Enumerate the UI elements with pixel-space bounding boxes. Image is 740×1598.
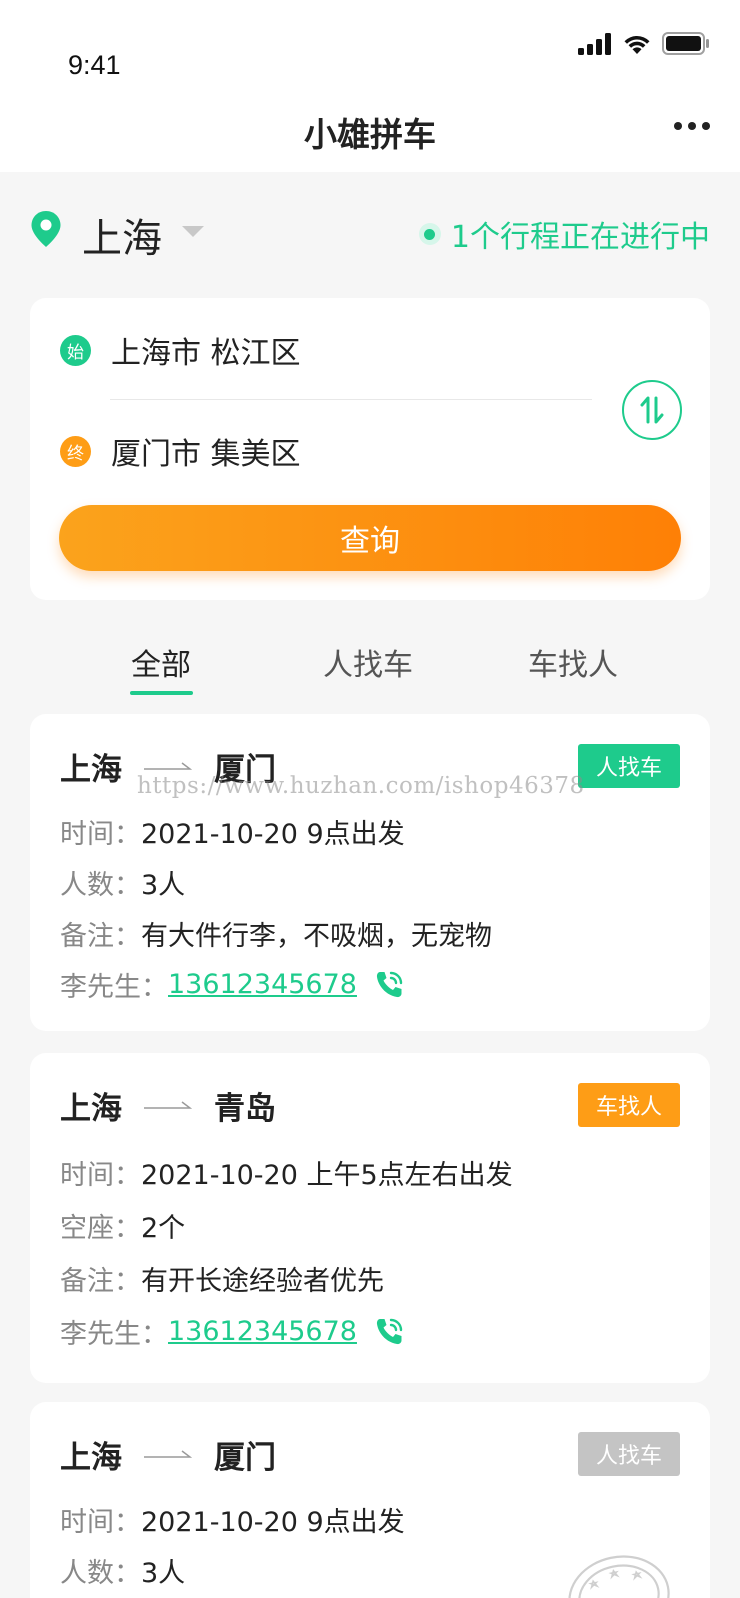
trip-status-text: 1个行程正在进行中 [450,220,710,255]
info-value: 有大件行李，不吸烟，无宠物 [141,921,492,952]
phone-icon[interactable] [373,1316,405,1348]
listing-type-badge: 人找车 [578,744,680,788]
route-from: 上海 [60,1090,122,1127]
info-value: 2021-10-20 9点出发 [141,819,405,850]
chevron-down-icon[interactable] [182,226,204,237]
listing-card[interactable]: 上海 青岛 车找人 时间： 2021-10-20 上午5点左右出发 空座： 2个… [30,1053,710,1383]
search-card: 始 上海市 松江区 终 厦门市 集美区 查询 [30,298,710,600]
phone-link[interactable]: 13612345678 [168,969,357,1000]
swap-icon [640,396,664,424]
phone-link[interactable]: 13612345678 [168,1316,357,1347]
info-row-time: 时间： 2021-10-20 上午5点左右出发 [60,1153,513,1192]
info-row-people: 人数： 3人 [60,863,185,902]
start-location-row[interactable]: 始 上海市 松江区 [60,328,301,372]
info-label: 时间： [60,1507,141,1538]
filter-tabs: 全部 人找车 车找人 [0,640,740,700]
more-icon[interactable] [674,122,710,130]
phone-icon[interactable] [373,969,405,1001]
trip-status[interactable]: 1个行程正在进行中 [418,212,710,256]
listing-type-badge: 车找人 [578,1083,680,1127]
info-row-seats: 空座： 2个 [60,1206,185,1245]
contact-label: 李先生： [60,1319,168,1350]
info-value: 有开长途经验者优先 [141,1266,384,1297]
info-row-note: 备注： 有开长途经验者优先 [60,1259,384,1298]
battery-icon [662,32,709,55]
listing-type-badge: 人找车 [578,1432,680,1476]
info-label: 备注： [60,921,141,952]
end-location[interactable]: 厦门市 集美区 [111,429,301,473]
info-label: 人数： [60,870,141,901]
info-row-time: 时间： 2021-10-20 9点出发 [60,812,405,851]
swap-button[interactable] [622,380,682,440]
info-row-time: 时间： 2021-10-20 9点出发 [60,1500,405,1539]
contact-row: 李先生： 13612345678 [60,1312,405,1351]
info-row-note: 备注： 有大件行李，不吸烟，无宠物 [60,914,492,953]
watermark-text: https://www.huzhan.com/ishop46378 [137,773,585,799]
route-arrow-icon [144,760,192,772]
end-badge: 终 [60,435,91,467]
route-to: 厦门 [214,1439,276,1476]
tab-passenger-seeking-car[interactable]: 人找车 [288,640,448,684]
info-row-people: 人数： 3人 [60,1551,185,1590]
city-selector[interactable]: 上海 [82,206,162,264]
info-value: 2021-10-20 9点出发 [141,1507,405,1538]
tab-all[interactable]: 全部 [81,640,241,684]
top-bar: 9:41 小雄拼车 [0,0,740,172]
query-button[interactable]: 查询 [59,505,681,571]
listing-card[interactable]: 上海 厦门 人找车 时间： 2021-10-20 9点出发 人数： 3人 [30,1402,710,1598]
route: 上海 青岛 [60,1083,276,1127]
city-row: 上海 1个行程正在进行中 [30,206,710,262]
route-from: 上海 [60,1439,122,1476]
divider [110,399,592,400]
info-value: 2个 [141,1213,186,1244]
info-value: 3人 [141,1558,186,1589]
completed-stamp-icon [568,1555,670,1598]
info-label: 空座： [60,1213,141,1244]
status-time: 9:41 [68,50,121,80]
status-icons [578,32,710,55]
end-location-row[interactable]: 终 厦门市 集美区 [60,429,301,473]
route-arrow-icon [144,1448,192,1460]
start-badge: 始 [60,334,91,366]
page-title: 小雄拼车 [304,115,436,154]
location-pin-icon [31,211,61,247]
route-arrow-icon [144,1099,192,1111]
signal-icon [578,32,611,55]
tab-car-seeking-passenger[interactable]: 车找人 [493,640,653,684]
info-label: 人数： [60,1558,141,1589]
route-from: 上海 [60,751,122,788]
info-value: 3人 [141,870,186,901]
info-label: 时间： [60,819,141,850]
info-label: 备注： [60,1266,141,1297]
active-tab-indicator [130,691,193,695]
info-value: 2021-10-20 上午5点左右出发 [141,1160,513,1191]
route-to: 青岛 [214,1090,276,1127]
route: 上海 厦门 [60,1432,276,1476]
status-dot-icon [418,223,441,245]
contact-label: 李先生： [60,972,168,1003]
wifi-icon [624,35,650,54]
info-label: 时间： [60,1160,141,1191]
start-location[interactable]: 上海市 松江区 [111,328,301,372]
contact-row: 李先生： 13612345678 [60,965,405,1004]
listing-card[interactable]: 上海 厦门 人找车 时间： 2021-10-20 9点出发 人数： 3人 备注：… [30,714,710,1031]
